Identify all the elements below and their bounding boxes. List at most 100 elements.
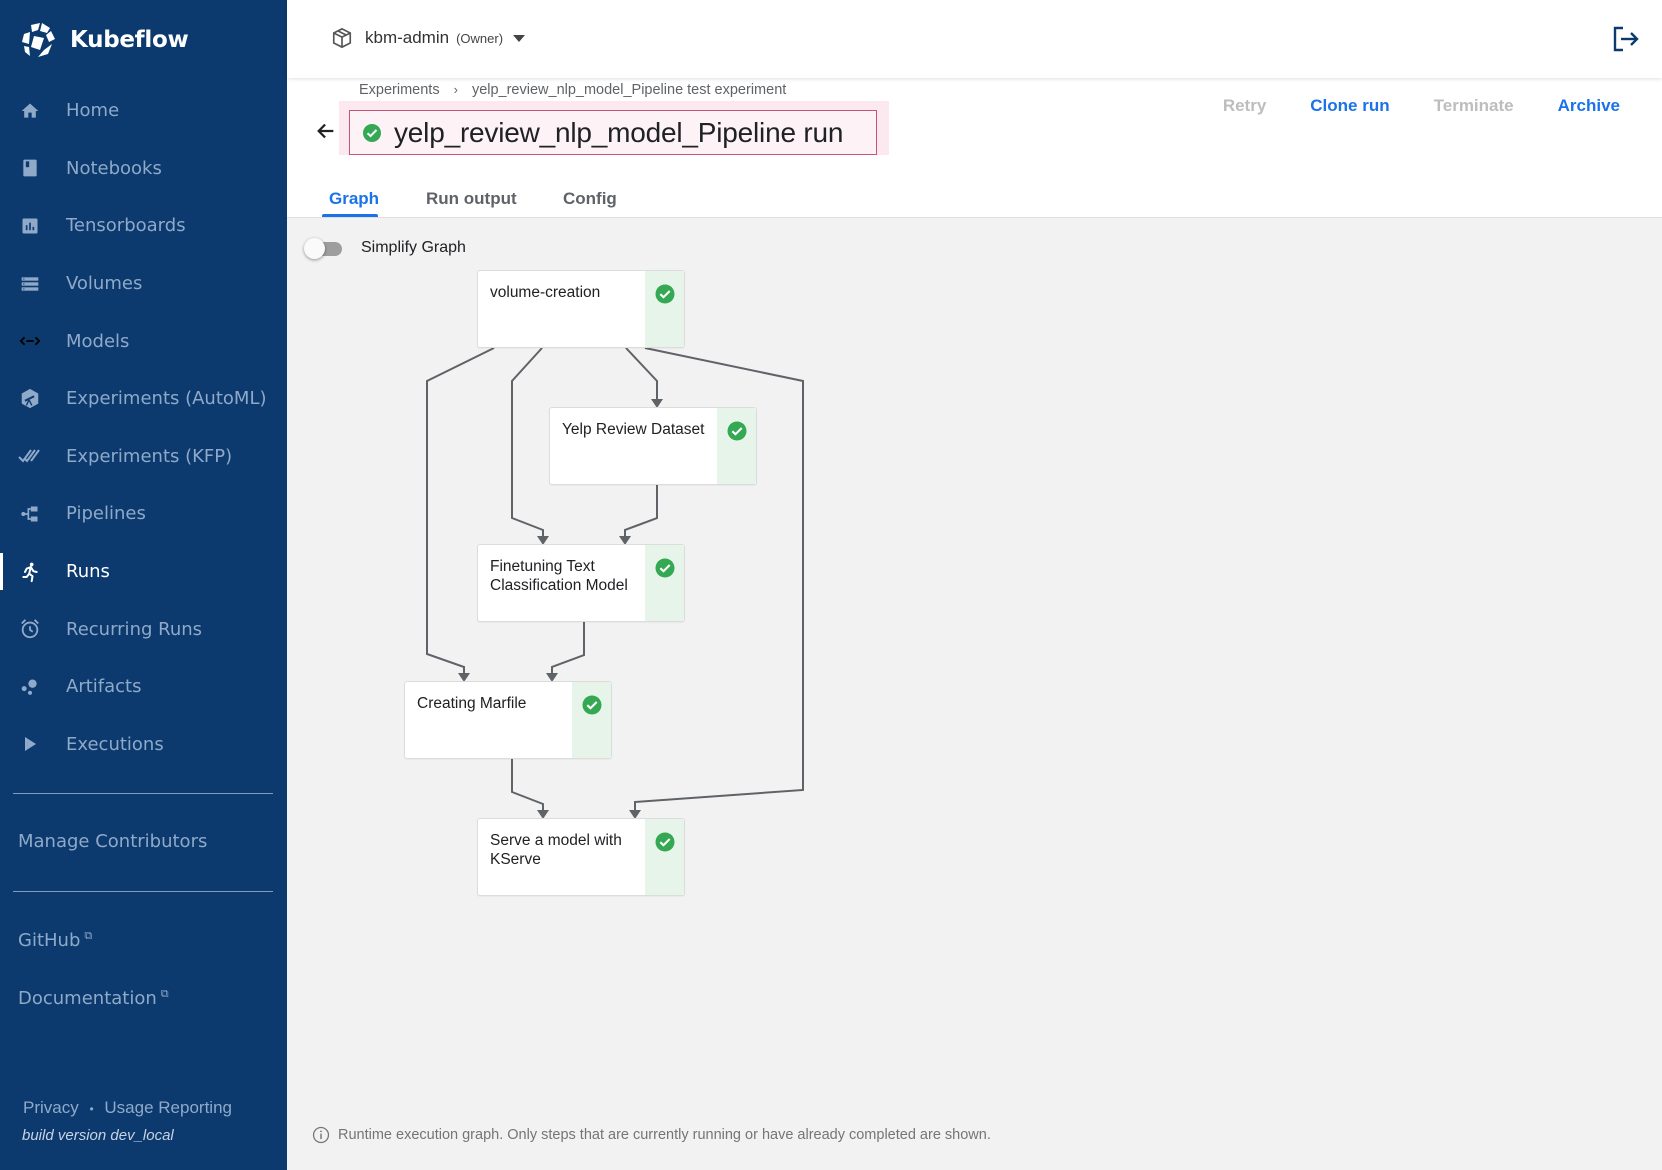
storage-icon <box>18 272 42 296</box>
graph-hint-text: Runtime execution graph. Only steps that… <box>338 1127 991 1143</box>
success-check-icon <box>655 832 675 852</box>
bar-chart-icon <box>18 214 42 238</box>
archive-button[interactable]: Archive <box>1558 96 1620 116</box>
sidebar-item-executions[interactable]: Executions <box>0 716 287 774</box>
privacy-link[interactable]: Privacy <box>23 1098 79 1117</box>
page-title: yelp_review_nlp_model_Pipeline run <box>394 116 844 148</box>
edge-creating-marfile-to-serve-model <box>511 759 544 814</box>
tab-graph[interactable]: Graph <box>329 189 379 209</box>
namespace-selector[interactable]: kbm-admin (Owner) <box>331 27 526 49</box>
tab-run-output[interactable]: Run output <box>426 189 517 209</box>
node-label: Creating Marfile <box>417 695 527 712</box>
github-label: GitHub <box>18 930 81 951</box>
edge-volume-creation-to-yelp-review-dataset <box>625 347 658 403</box>
tab-config[interactable]: Config <box>563 189 617 209</box>
notebook-icon <box>18 156 42 180</box>
sidebar-item-artifacts[interactable]: Artifacts <box>0 658 287 716</box>
node-label: Serve a model with KServe <box>490 832 622 868</box>
brand-name: Kubeflow <box>70 27 189 53</box>
node-label: Finetuning Text Classification Model <box>490 558 628 594</box>
sidebar-item-models[interactable]: Models <box>0 312 287 370</box>
graph-panel: Simplify Graph volume-creation Yelp Revie… <box>287 218 1662 1170</box>
sidebar-nav: Home Notebooks Tensorboards Volumes Mode… <box>0 82 287 773</box>
sidebar-divider <box>13 793 273 794</box>
sidebar-item-label: Runs <box>66 561 110 583</box>
active-tab-indicator <box>322 214 378 217</box>
back-button[interactable] <box>315 120 337 147</box>
build-version: build version dev_local <box>22 1127 174 1144</box>
external-link-icon: ⧉ <box>160 987 169 1000</box>
breadcrumb-separator: › <box>453 82 458 97</box>
play-icon <box>18 732 42 756</box>
documentation-link[interactable]: Documentation ⧉ <box>18 987 169 1009</box>
sidebar-item-home[interactable]: Home <box>0 82 287 140</box>
logout-icon <box>1613 26 1639 52</box>
node-status-strip <box>645 819 684 895</box>
sidebar-item-tensorboards[interactable]: Tensorboards <box>0 197 287 255</box>
pipeline-node-creating-marfile[interactable]: Creating Marfile <box>404 681 612 759</box>
sidebar-item-experiments-automl[interactable]: Experiments (AutoML) <box>0 370 287 428</box>
graph-hint: Runtime execution graph. Only steps that… <box>312 1126 991 1144</box>
page-title-box: yelp_review_nlp_model_Pipeline run <box>349 110 877 155</box>
documentation-label: Documentation <box>18 988 157 1009</box>
manage-contributors-link[interactable]: Manage Contributors <box>18 831 207 852</box>
run-actions: Retry Clone run Terminate Archive <box>1223 96 1620 116</box>
edge-yelp-review-dataset-to-finetuning <box>624 485 658 540</box>
breadcrumb-experiments[interactable]: Experiments <box>359 82 440 98</box>
code-arrows-icon <box>18 329 42 353</box>
sidebar-item-label: Models <box>66 330 130 352</box>
sidebar-item-volumes[interactable]: Volumes <box>0 255 287 313</box>
sidebar-item-label: Artifacts <box>66 676 142 698</box>
sidebar-item-runs[interactable]: Runs <box>0 543 287 601</box>
breadcrumb: Experiments › yelp_review_nlp_model_Pipe… <box>359 82 786 98</box>
arrow-back-icon <box>317 123 334 139</box>
retry-button[interactable]: Retry <box>1223 96 1266 116</box>
top-bar: kbm-admin (Owner) <box>287 0 1662 78</box>
sidebar-item-label: Home <box>66 100 120 122</box>
bubbles-icon <box>18 675 42 699</box>
breadcrumb-experiment[interactable]: yelp_review_nlp_model_Pipeline test expe… <box>472 82 786 98</box>
kubeflow-logo-icon <box>22 23 55 57</box>
usage-reporting-link[interactable]: Usage Reporting <box>104 1098 232 1117</box>
edge-volume-creation-to-finetuning <box>511 347 544 540</box>
terminate-button[interactable]: Terminate <box>1434 96 1514 116</box>
success-check-icon <box>655 284 675 304</box>
sidebar-item-label: Volumes <box>66 273 143 295</box>
sidebar-item-label: Notebooks <box>66 157 162 179</box>
success-check-icon <box>727 421 747 441</box>
logout-button[interactable] <box>1612 26 1640 57</box>
clone-run-button[interactable]: Clone run <box>1310 96 1389 116</box>
info-icon <box>312 1126 330 1144</box>
tab-bar: Graph Run output Config <box>287 155 1662 218</box>
sidebar-item-label: Executions <box>66 733 164 755</box>
home-icon <box>18 99 42 123</box>
pipeline-node-yelp-review-dataset[interactable]: Yelp Review Dataset <box>549 407 757 485</box>
graph-edges <box>426 347 804 819</box>
pipeline-node-finetuning[interactable]: Finetuning Text Classification Model <box>477 544 685 622</box>
sidebar-item-recurring-runs[interactable]: Recurring Runs <box>0 600 287 658</box>
namespace-name: kbm-admin <box>365 28 450 47</box>
external-link-icon: ⧉ <box>84 929 93 942</box>
success-check-icon <box>655 558 675 578</box>
brand[interactable]: Kubeflow <box>18 20 189 60</box>
namespace-role: (Owner) <box>456 30 504 46</box>
sidebar-item-pipelines[interactable]: Pipelines <box>0 485 287 543</box>
sidebar-item-experiments-kfp[interactable]: Experiments (KFP) <box>0 428 287 486</box>
success-check-icon <box>363 123 381 142</box>
running-person-icon <box>18 560 42 584</box>
node-status-strip <box>645 271 684 347</box>
edge-volume-creation-to-creating-marfile <box>426 347 495 677</box>
kubeflow-app: Kubeflow Home Notebooks Tensorboards Vol… <box>0 0 1662 1170</box>
pipeline-node-serve-model[interactable]: Serve a model with KServe <box>477 818 685 896</box>
done-all-icon <box>18 444 42 468</box>
sidebar-item-label: Tensorboards <box>66 215 186 237</box>
pipeline-node-volume-creation[interactable]: volume-creation <box>477 270 685 348</box>
sidebar-item-label: Recurring Runs <box>66 618 203 640</box>
github-link[interactable]: GitHub ⧉ <box>18 929 92 951</box>
sidebar-item-label: Pipelines <box>66 503 146 525</box>
node-status-strip <box>572 682 611 758</box>
sidebar-item-notebooks[interactable]: Notebooks <box>0 140 287 198</box>
footer-links: Privacy • Usage Reporting <box>23 1098 232 1118</box>
alarm-icon <box>18 617 42 641</box>
node-status-strip <box>645 545 684 621</box>
